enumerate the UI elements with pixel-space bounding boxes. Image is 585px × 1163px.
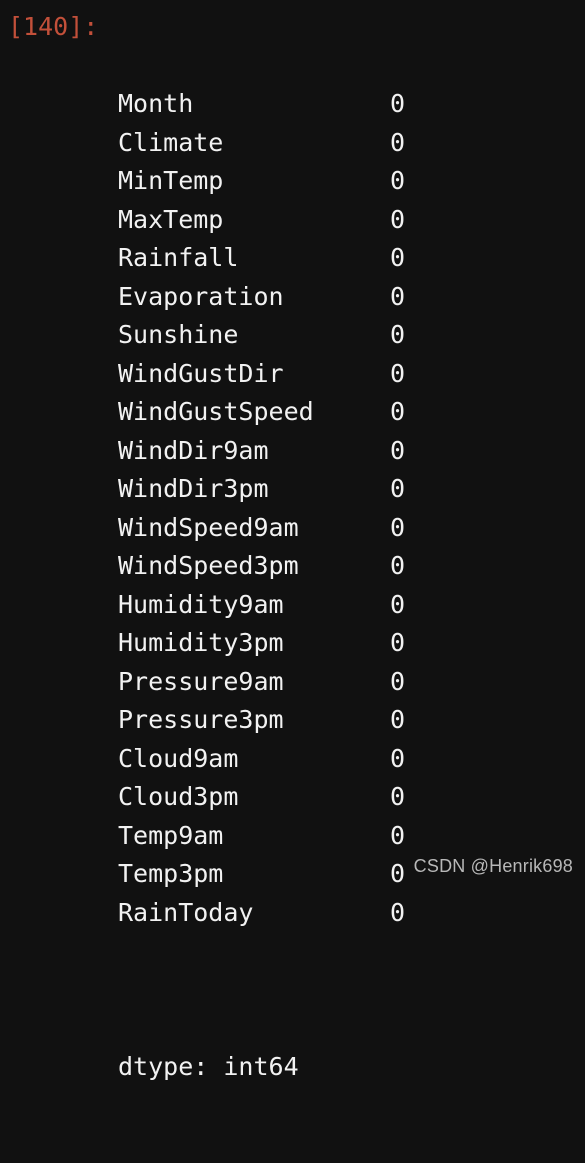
- series-row-label: Pressure9am: [118, 666, 284, 696]
- series-row-label: Temp9am: [118, 820, 224, 850]
- series-row: Month 0: [118, 85, 405, 124]
- watermark-text: CSDN @Henrik698: [413, 856, 573, 876]
- series-row-label: WindSpeed9am: [118, 512, 299, 542]
- series-row: Sunshine 0: [118, 316, 405, 355]
- series-row-label: MaxTemp: [118, 204, 224, 234]
- series-dtype-row: dtype: int64: [118, 1048, 299, 1087]
- series-row-label: Cloud9am: [118, 743, 239, 773]
- series-row: Rainfall 0: [118, 239, 405, 278]
- series-row-label: WindDir3pm: [118, 474, 269, 503]
- series-row: WindDir9am 0: [118, 432, 405, 471]
- series-row: Cloud3pm 0: [118, 778, 405, 817]
- series-row-value: 0: [390, 820, 406, 850]
- series-row: Evaporation 0: [118, 278, 405, 317]
- series-row-value: 0: [390, 782, 406, 811]
- series-rows: Month 0 Climate 0 MinTemp 0 MaxTemp 0 Rainfall 0 E…: [118, 85, 405, 933]
- series-row: Climate 0: [118, 124, 405, 163]
- series-row: Humidity9am 0: [118, 586, 405, 625]
- series-row: MinTemp 0: [118, 162, 405, 201]
- series-row: WindSpeed9am 0: [118, 509, 405, 548]
- series-row-value: 0: [390, 666, 406, 696]
- series-row: Cloud9am 0: [118, 740, 405, 779]
- series-row-label: Evaporation: [118, 281, 284, 311]
- series-row: MaxTemp 0: [118, 201, 405, 240]
- series-row-value: 0: [390, 127, 406, 157]
- series-row-label: Humidity3pm: [118, 628, 284, 657]
- series-row-value: 0: [390, 512, 406, 542]
- series-row-value: 0: [390, 474, 406, 503]
- series-row: WindGustDir 0: [118, 355, 405, 394]
- series-row: WindDir3pm 0: [118, 470, 405, 509]
- series-row-label: Climate: [118, 127, 224, 157]
- series-row-label: Pressure3pm: [118, 705, 284, 734]
- series-row-label: Rainfall: [118, 243, 239, 272]
- series-row-label: Month: [118, 89, 194, 118]
- series-row-label: Humidity9am: [118, 589, 284, 619]
- series-row-value: 0: [390, 358, 406, 388]
- series-row-label: WindSpeed3pm: [118, 551, 299, 580]
- series-row-value: 0: [390, 705, 406, 734]
- series-row-label: RainToday: [118, 897, 254, 927]
- series-row-value: 0: [390, 166, 406, 195]
- series-row: RainToday 0: [118, 894, 405, 933]
- series-row: Pressure3pm 0: [118, 701, 405, 740]
- series-row: Temp9am 0: [118, 817, 405, 856]
- series-row-value: 0: [390, 89, 406, 118]
- series-row-label: Cloud3pm: [118, 782, 239, 811]
- series-row-label: WindGustSpeed: [118, 397, 314, 426]
- series-row-label: WindGustDir: [118, 358, 284, 388]
- cell-prompt-label: [140]:: [8, 12, 99, 41]
- series-row-value: 0: [390, 743, 406, 773]
- series-row-value: 0: [390, 859, 406, 888]
- series-row-label: Temp3pm: [118, 859, 224, 888]
- series-row-label: Sunshine: [118, 320, 239, 349]
- series-output-body: Month 0 Climate 0 MinTemp 0 MaxTemp 0 Rainfall 0 E…: [118, 8, 405, 1163]
- series-row-value: 0: [390, 281, 406, 311]
- series-row-label: MinTemp: [118, 166, 224, 195]
- series-row-value: 0: [390, 589, 406, 619]
- notebook-output-cell: [140]: Month 0 Climate 0 MinTemp 0 MaxTemp 0 Rai…: [0, 0, 585, 1081]
- series-row-value: 0: [390, 397, 406, 426]
- series-row-label: WindDir9am: [118, 435, 269, 465]
- series-row-value: 0: [390, 204, 406, 234]
- series-row-value: 0: [390, 897, 406, 927]
- series-row: WindSpeed3pm 0: [118, 547, 405, 586]
- series-row-value: 0: [390, 320, 406, 349]
- series-row-value: 0: [390, 628, 406, 657]
- series-row: Temp3pm 0: [118, 855, 405, 894]
- series-row: Pressure9am 0: [118, 663, 405, 702]
- series-dtype-text: dtype: int64: [118, 1051, 299, 1081]
- series-row-value: 0: [390, 435, 406, 465]
- series-row-value: 0: [390, 551, 406, 580]
- series-row: WindGustSpeed 0: [118, 393, 405, 432]
- series-row: Humidity3pm 0: [118, 624, 405, 663]
- series-row-value: 0: [390, 243, 406, 272]
